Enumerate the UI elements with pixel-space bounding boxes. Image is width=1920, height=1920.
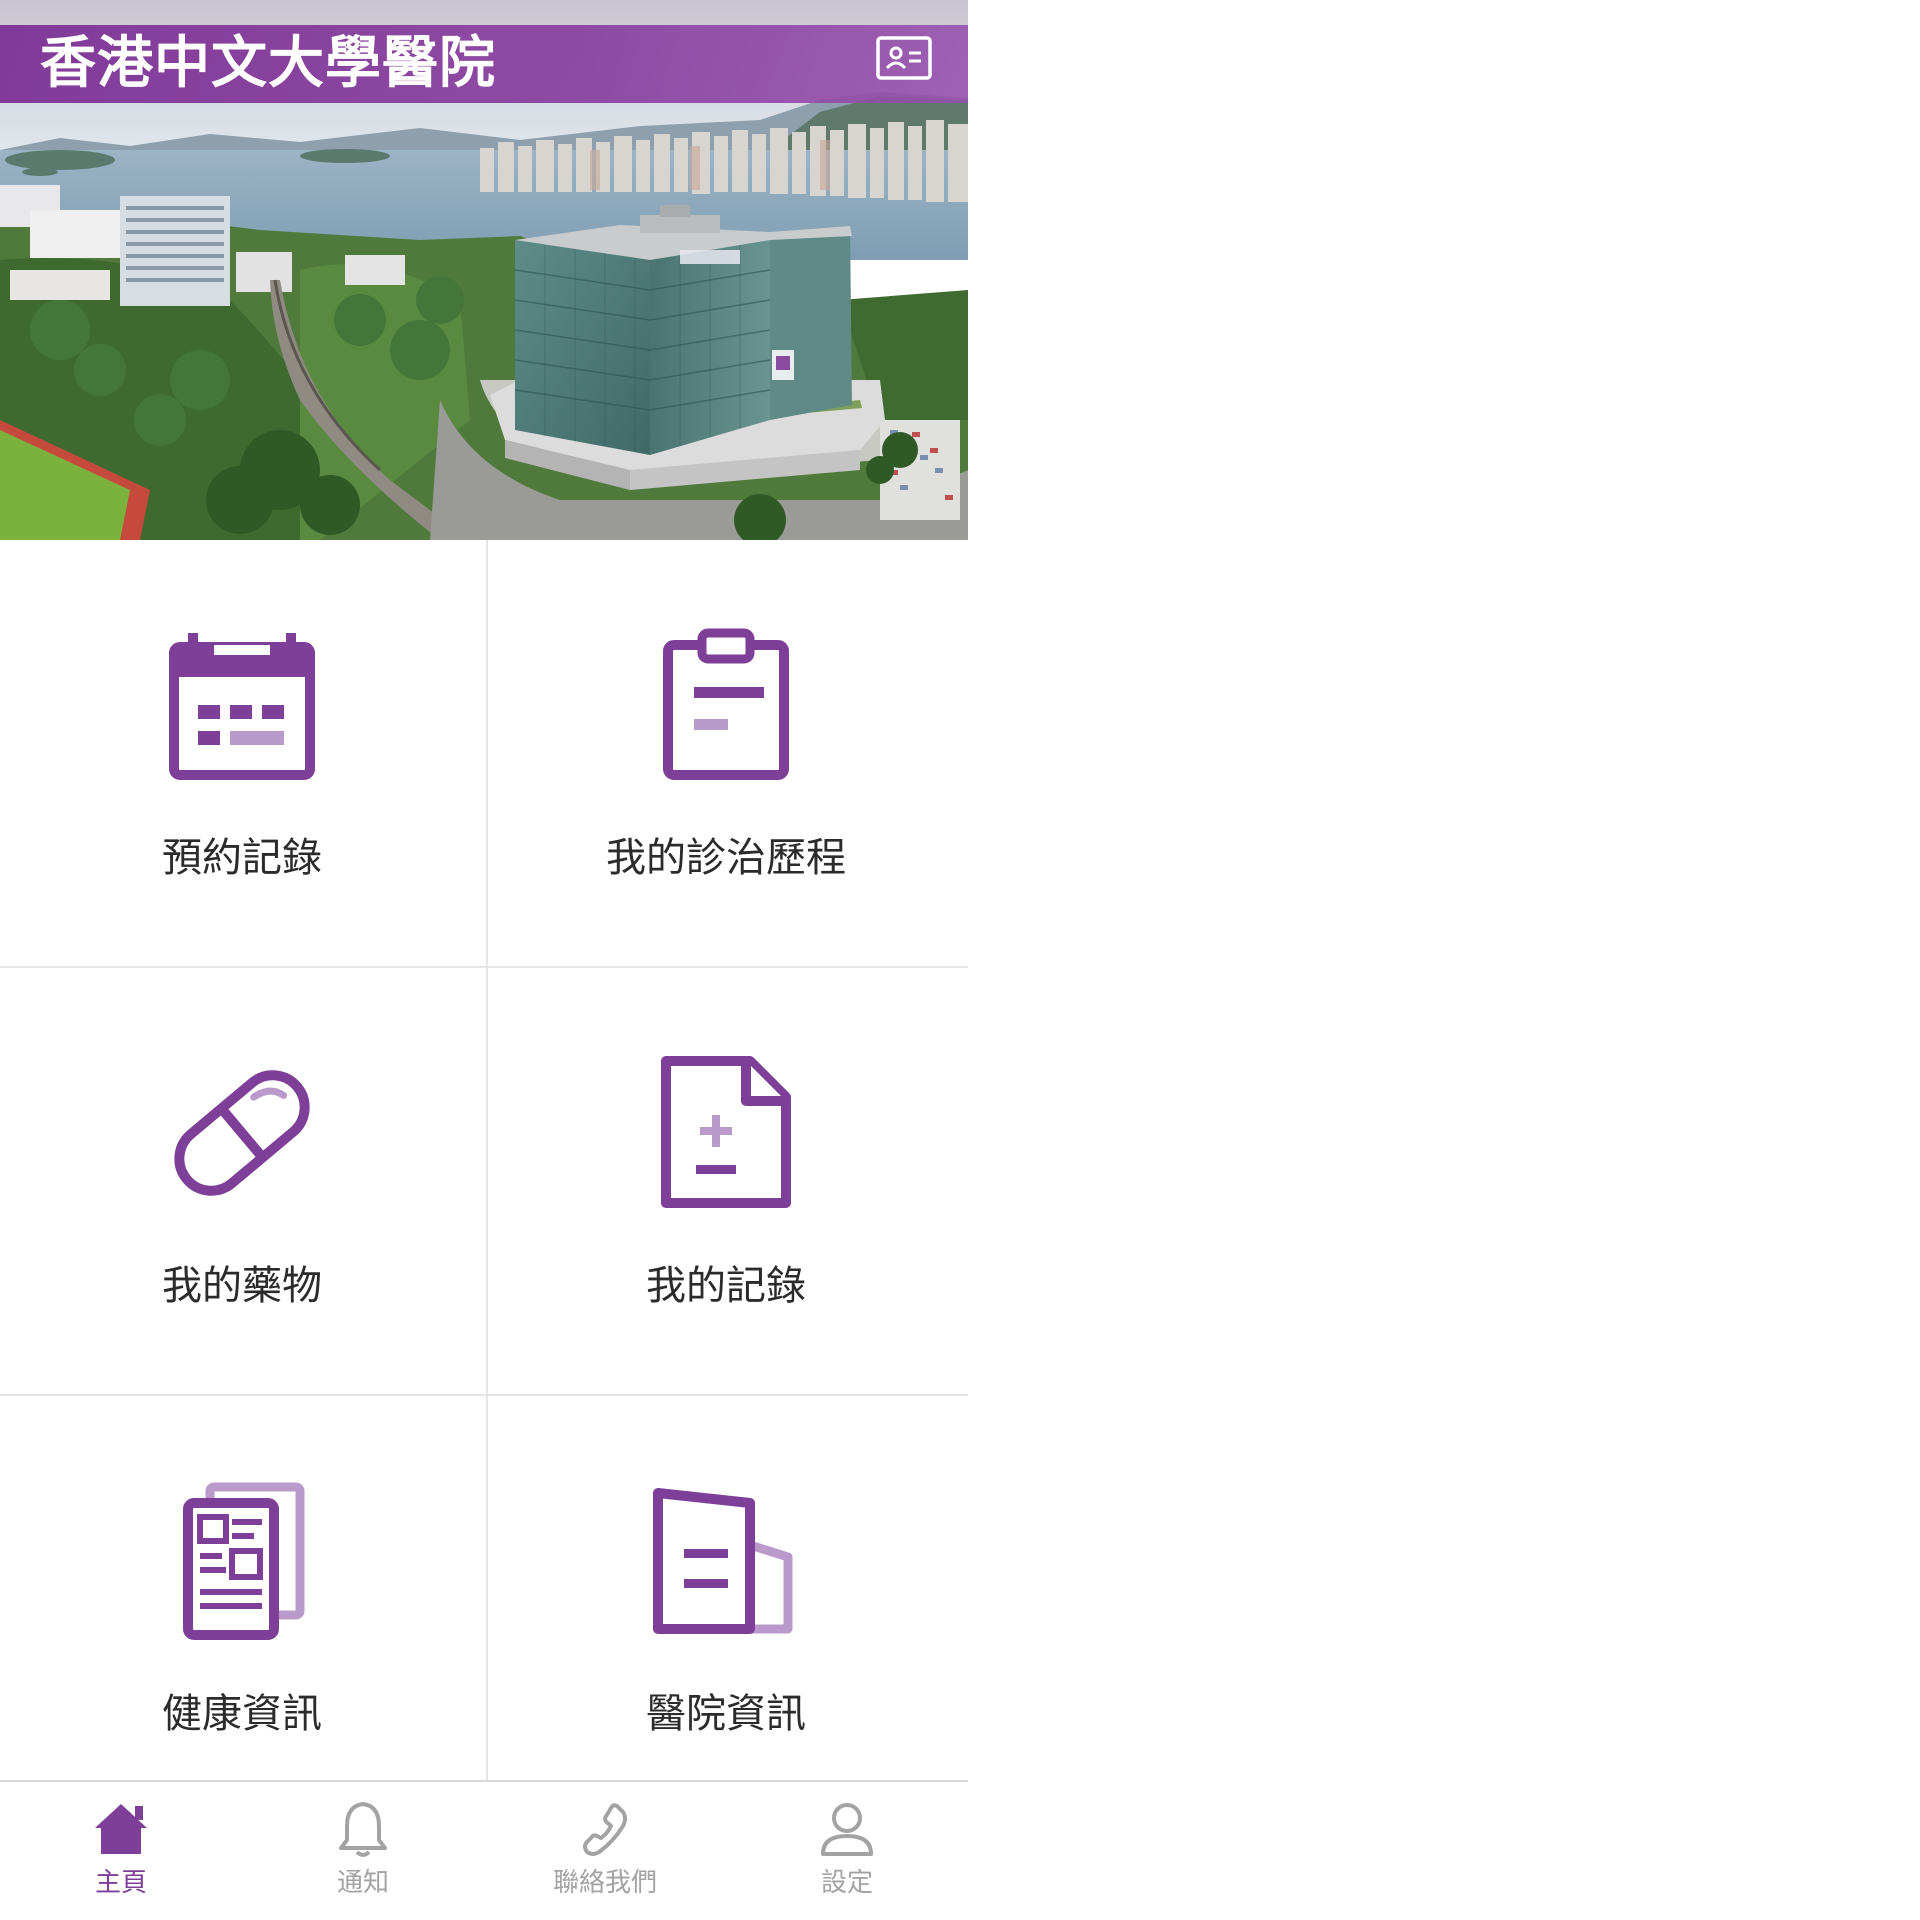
user-icon xyxy=(821,1803,873,1856)
id-card-button[interactable] xyxy=(876,36,932,80)
bottom-navigation: 主頁 通知 聯絡我們 設定 xyxy=(0,1780,968,1920)
grid-divider-vertical xyxy=(486,540,488,1780)
nav-settings[interactable]: 設定 xyxy=(726,1782,968,1920)
tile-label: 我的記錄 xyxy=(646,1263,806,1309)
nav-notifications[interactable]: 通知 xyxy=(242,1782,484,1920)
tile-hospital-info[interactable]: 醫院資訊 xyxy=(484,1396,968,1822)
grid-divider-horizontal xyxy=(0,966,968,968)
nav-home[interactable]: 主頁 xyxy=(0,1782,242,1920)
tile-my-records[interactable]: 我的記錄 xyxy=(484,968,968,1394)
nav-label: 聯絡我們 xyxy=(552,1868,657,1898)
home-icon xyxy=(95,1804,147,1854)
clipboard-icon xyxy=(663,628,789,780)
hospital-building-icon xyxy=(653,1488,793,1634)
newspaper-icon xyxy=(183,1482,305,1640)
tile-label: 我的診治歷程 xyxy=(606,835,846,881)
hospital-title: 香港中文大學醫院 xyxy=(40,31,496,96)
title-bar: 香港中文大學醫院 xyxy=(0,25,968,103)
phone-icon xyxy=(583,1803,627,1856)
nav-label: 通知 xyxy=(336,1868,389,1898)
tile-health-info[interactable]: 健康資訊 xyxy=(0,1396,484,1822)
tile-appointment-records[interactable]: 預約記錄 xyxy=(0,540,484,966)
nav-label: 設定 xyxy=(820,1868,873,1898)
bell-icon xyxy=(339,1802,387,1857)
nav-contact-us[interactable]: 聯絡我們 xyxy=(484,1782,726,1920)
tile-label: 健康資訊 xyxy=(162,1691,322,1737)
tile-my-medication[interactable]: 我的藥物 xyxy=(0,968,484,1394)
app-screen: 香港中文大學醫院 預約記錄 我的診治歷程 我的藥物 我的記錄 健康資訊 醫院資訊… xyxy=(0,0,968,1920)
pill-icon xyxy=(174,1070,310,1196)
feature-grid: 預約記錄 我的診治歷程 我的藥物 我的記錄 健康資訊 醫院資訊 xyxy=(0,540,968,1822)
tile-label: 醫院資訊 xyxy=(646,1691,806,1737)
tile-label: 預約記錄 xyxy=(162,835,322,881)
tile-treatment-journey[interactable]: 我的診治歷程 xyxy=(484,540,968,966)
medical-document-icon xyxy=(661,1056,791,1208)
grid-divider-horizontal xyxy=(0,1394,968,1396)
tile-label: 我的藥物 xyxy=(162,1263,322,1309)
nav-label: 主頁 xyxy=(94,1868,147,1898)
id-card-icon xyxy=(876,36,932,80)
calendar-icon xyxy=(169,633,315,780)
hero-banner: 香港中文大學醫院 xyxy=(0,0,968,540)
